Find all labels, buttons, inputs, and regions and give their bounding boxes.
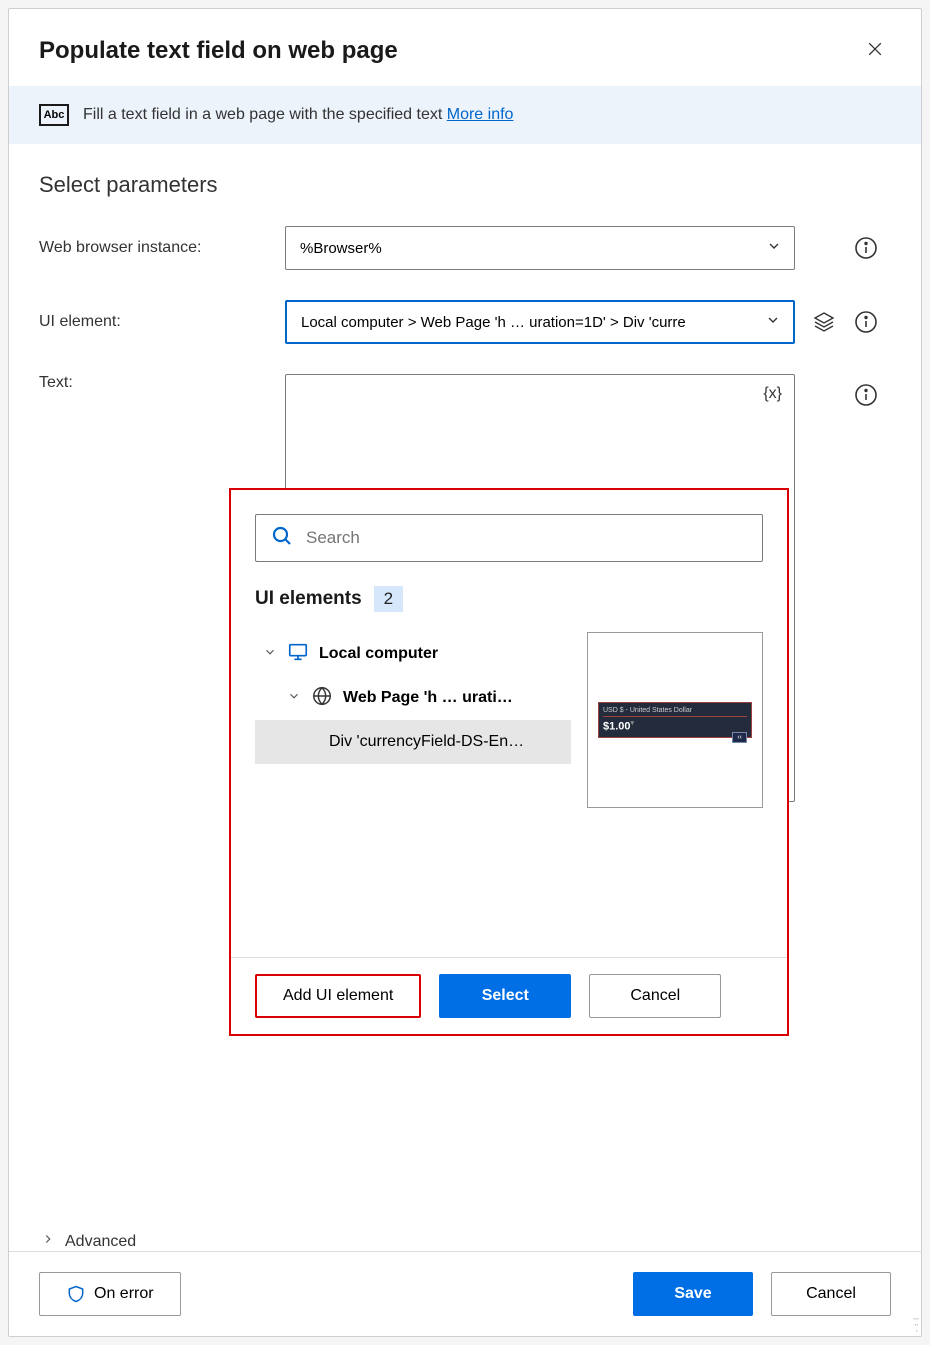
ui-element-picker-popup: UI elements 2 Local computer Web P (229, 488, 789, 1036)
on-error-button[interactable]: On error (39, 1272, 181, 1316)
cancel-button[interactable]: Cancel (771, 1272, 891, 1316)
preview-image: USD $ - United States Dollar $1.00▾ ‹‹ (598, 702, 752, 738)
param-row-ui-element: UI element: Local computer > Web Page 'h… (39, 300, 891, 344)
tree-child[interactable]: Web Page 'h … uration… (255, 676, 571, 720)
browser-label: Web browser instance: (39, 239, 269, 257)
popup-footer: Add UI element Select Cancel (231, 957, 787, 1034)
select-button[interactable]: Select (439, 974, 571, 1018)
dialog-footer: On error Save Cancel (9, 1251, 921, 1336)
chevron-right-icon (41, 1232, 55, 1251)
resize-grip-icon[interactable]: ··· ·· · (912, 1315, 918, 1333)
close-button[interactable] (859, 33, 891, 68)
add-ui-element-button[interactable]: Add UI element (255, 974, 421, 1018)
section-title: Select parameters (39, 172, 891, 198)
more-info-link[interactable]: More info (447, 106, 514, 123)
abc-icon: Abc (39, 104, 69, 126)
ui-elements-heading: UI elements 2 (255, 586, 763, 612)
element-preview: USD $ - United States Dollar $1.00▾ ‹‹ (587, 632, 763, 808)
count-badge: 2 (374, 586, 403, 612)
shield-icon (66, 1284, 94, 1304)
info-icon[interactable] (853, 235, 879, 261)
dialog: Populate text field on web page Abc Fill… (8, 8, 922, 1337)
info-icon[interactable] (853, 309, 879, 335)
ui-element-select[interactable]: Local computer > Web Page 'h … uration=1… (285, 300, 795, 344)
fx-variable-icon[interactable]: {x} (763, 385, 782, 403)
layers-icon[interactable] (811, 309, 837, 335)
close-icon (865, 47, 885, 62)
info-icon[interactable] (853, 382, 879, 408)
browser-select[interactable]: %Browser% (285, 226, 795, 270)
dialog-header: Populate text field on web page (9, 9, 921, 86)
search-icon (270, 524, 294, 553)
ui-element-label: UI element: (39, 313, 269, 331)
search-box[interactable] (255, 514, 763, 562)
search-input[interactable] (306, 528, 748, 548)
tree-leaf[interactable]: Div 'currencyField-DS-En… (255, 720, 571, 764)
param-row-browser: Web browser instance: %Browser% (39, 226, 891, 270)
chevron-down-icon (765, 312, 781, 332)
chevron-down-icon (287, 689, 301, 708)
chevron-down-icon (766, 238, 782, 258)
computer-icon (287, 641, 309, 668)
advanced-toggle[interactable]: Advanced (39, 1232, 891, 1251)
info-bar: Abc Fill a text field in a web page with… (9, 86, 921, 144)
text-label: Text: (39, 374, 269, 392)
dialog-title: Populate text field on web page (39, 37, 398, 65)
ui-element-tree: Local computer Web Page 'h … uration… Di… (255, 632, 571, 808)
tree-root[interactable]: Local computer (255, 632, 571, 676)
popup-cancel-button[interactable]: Cancel (589, 974, 721, 1018)
dialog-body: Select parameters Web browser instance: … (9, 144, 921, 1251)
info-text: Fill a text field in a web page with the… (83, 106, 513, 124)
chevron-down-icon (263, 645, 277, 664)
globe-icon (311, 685, 333, 712)
save-button[interactable]: Save (633, 1272, 753, 1316)
